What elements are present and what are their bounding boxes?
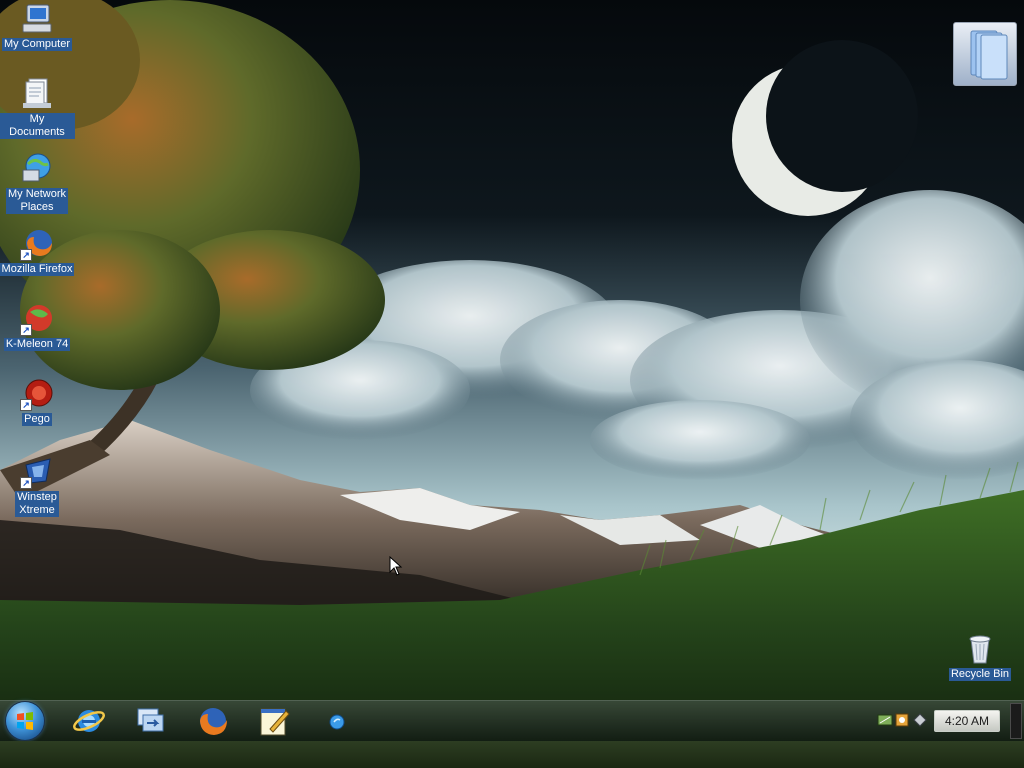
desktop-icon-label: Pego [22, 413, 52, 426]
shortcut-arrow-icon: ↗ [20, 477, 32, 489]
computer-icon [20, 2, 54, 36]
desktop-icon-my-documents[interactable]: My Documents [0, 77, 75, 139]
shortcut-arrow-icon: ↗ [20, 249, 32, 261]
desktop-icon-label: My Computer [1, 38, 73, 51]
desktop-icon-my-network-places[interactable]: My Network Places [0, 152, 75, 214]
quick-launch-switch-windows[interactable] [132, 703, 168, 739]
desktop-icon-winstep-xtreme[interactable]: ↗ Winstep Xtreme [0, 455, 75, 517]
mouse-cursor-icon [389, 556, 403, 576]
file-stack-icon [970, 30, 1008, 80]
kmeleon-icon: ↗ [20, 302, 54, 336]
switch-windows-icon [137, 708, 164, 732]
desktop-icon-recycle-bin[interactable]: Recycle Bin [942, 632, 1018, 681]
network-tray-icon[interactable] [877, 714, 893, 726]
desktop-icon-k-meleon[interactable]: ↗ K-Meleon 74 [0, 302, 75, 351]
windows-orb-icon [17, 712, 33, 730]
winstep-icon: ↗ [20, 455, 54, 489]
documents-icon [20, 77, 54, 111]
desktop-icon-pego[interactable]: ↗ Pego [0, 377, 75, 426]
quick-launch-notepad[interactable] [256, 703, 292, 739]
taskbar-clock[interactable]: 4:20 AM [934, 710, 1000, 732]
desktop-wallpaper [0, 0, 1024, 768]
desktop-icon-label: My Documents [0, 113, 75, 139]
recycle-bin-icon [963, 632, 997, 666]
firefox-icon: ↗ [20, 227, 54, 261]
desktop-icon-my-computer[interactable]: My Computer [0, 2, 75, 51]
network-icon [20, 152, 54, 186]
taskbar-bottom-strip [0, 741, 1024, 768]
notepad-icon [260, 708, 290, 736]
desktop-icon-label: Mozilla Firefox [0, 263, 75, 276]
connection-tray-icon[interactable] [913, 713, 927, 727]
quick-launch-firefox[interactable] [195, 703, 231, 739]
internet-explorer-icon [73, 710, 105, 732]
shortcut-arrow-icon: ↗ [20, 324, 32, 336]
taskbar-scroll-handle[interactable] [1010, 703, 1022, 739]
quick-launch-internet-explorer[interactable] [71, 703, 107, 739]
start-button[interactable] [6, 702, 44, 740]
taskbar: 4:20 AM [0, 700, 1024, 741]
desktop-icon-label: My Network Places [5, 188, 69, 214]
desktop-icon-mozilla-firefox[interactable]: ↗ Mozilla Firefox [0, 227, 75, 276]
quick-launch-media[interactable] [319, 703, 355, 739]
file-stack-widget[interactable] [953, 22, 1017, 86]
firefox-icon [200, 708, 227, 735]
desktop-icon-label: Recycle Bin [948, 668, 1012, 681]
pego-icon: ↗ [20, 377, 54, 411]
desktop-icon-label: Winstep Xtreme [15, 491, 59, 517]
volume-tray-icon[interactable] [895, 713, 909, 727]
shortcut-arrow-icon: ↗ [20, 399, 32, 411]
system-tray [876, 711, 930, 729]
desktop-icon-label: K-Meleon 74 [3, 338, 71, 351]
media-icon [329, 714, 345, 730]
